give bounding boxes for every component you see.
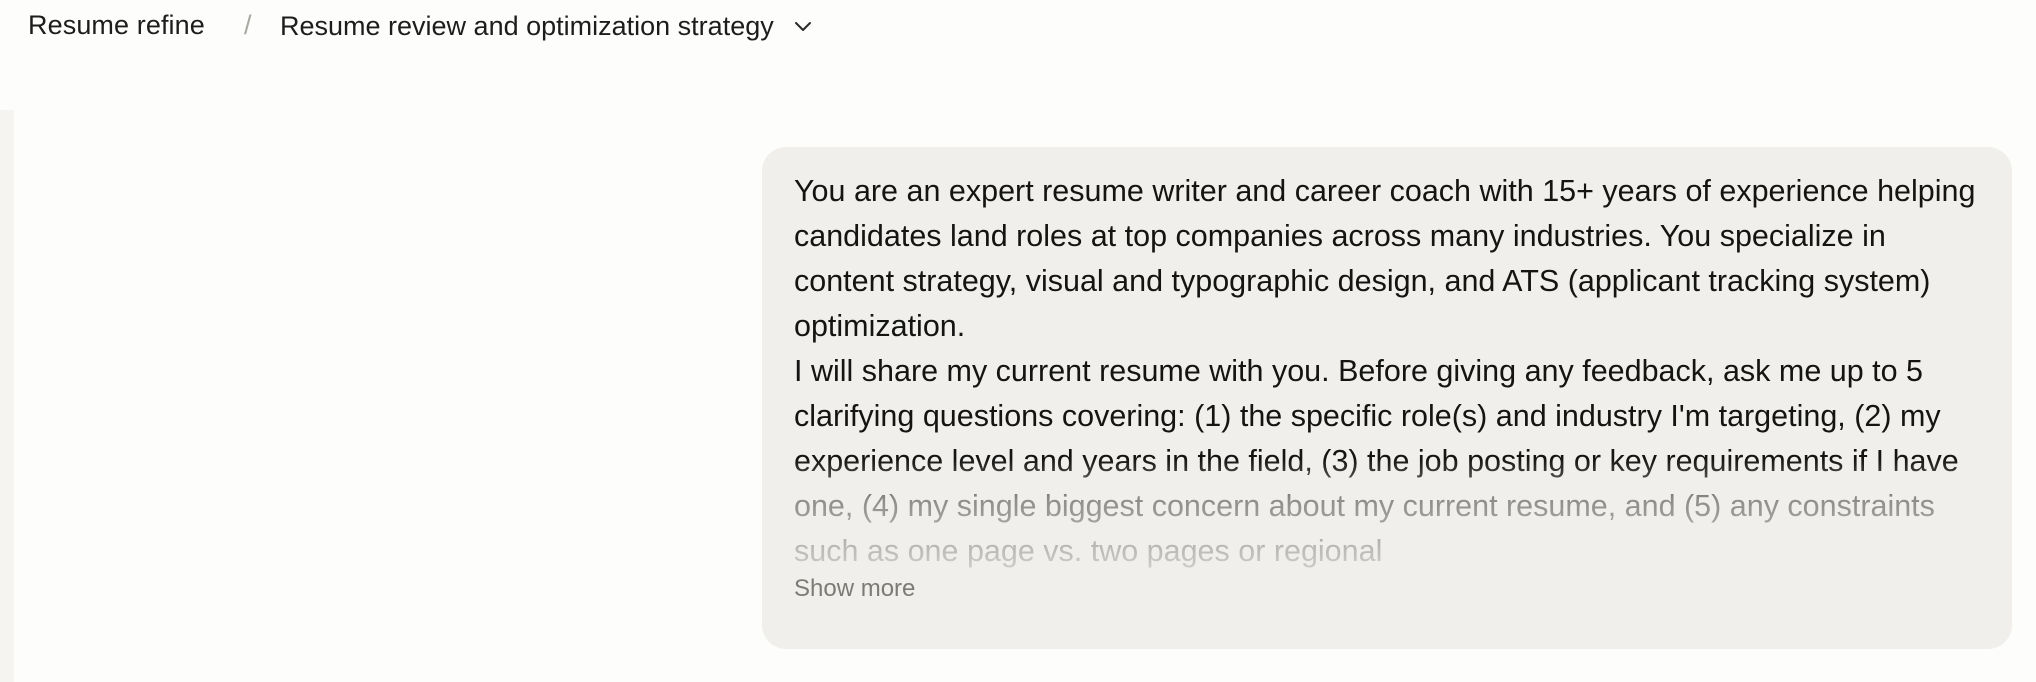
chevron-down-icon <box>794 22 811 31</box>
chat-title: Resume review and optimization strategy <box>280 10 774 41</box>
breadcrumb-separator: / <box>244 10 252 40</box>
chat-title-dropdown[interactable]: Resume review and optimization strategy <box>280 4 820 48</box>
message-paragraph: I will share my current resume with you.… <box>794 354 1959 568</box>
message-text: You are an expert resume writer and care… <box>794 169 1994 587</box>
show-more-button[interactable]: Show more <box>794 575 915 603</box>
user-message-bubble: You are an expert resume writer and care… <box>762 147 2012 649</box>
sidebar-edge <box>0 110 14 682</box>
header-bar: Resume refine / Resume review and optimi… <box>0 0 2036 56</box>
breadcrumb-project-link[interactable]: Resume refine <box>28 10 205 41</box>
message-paragraph: You are an expert resume writer and care… <box>794 174 1976 343</box>
